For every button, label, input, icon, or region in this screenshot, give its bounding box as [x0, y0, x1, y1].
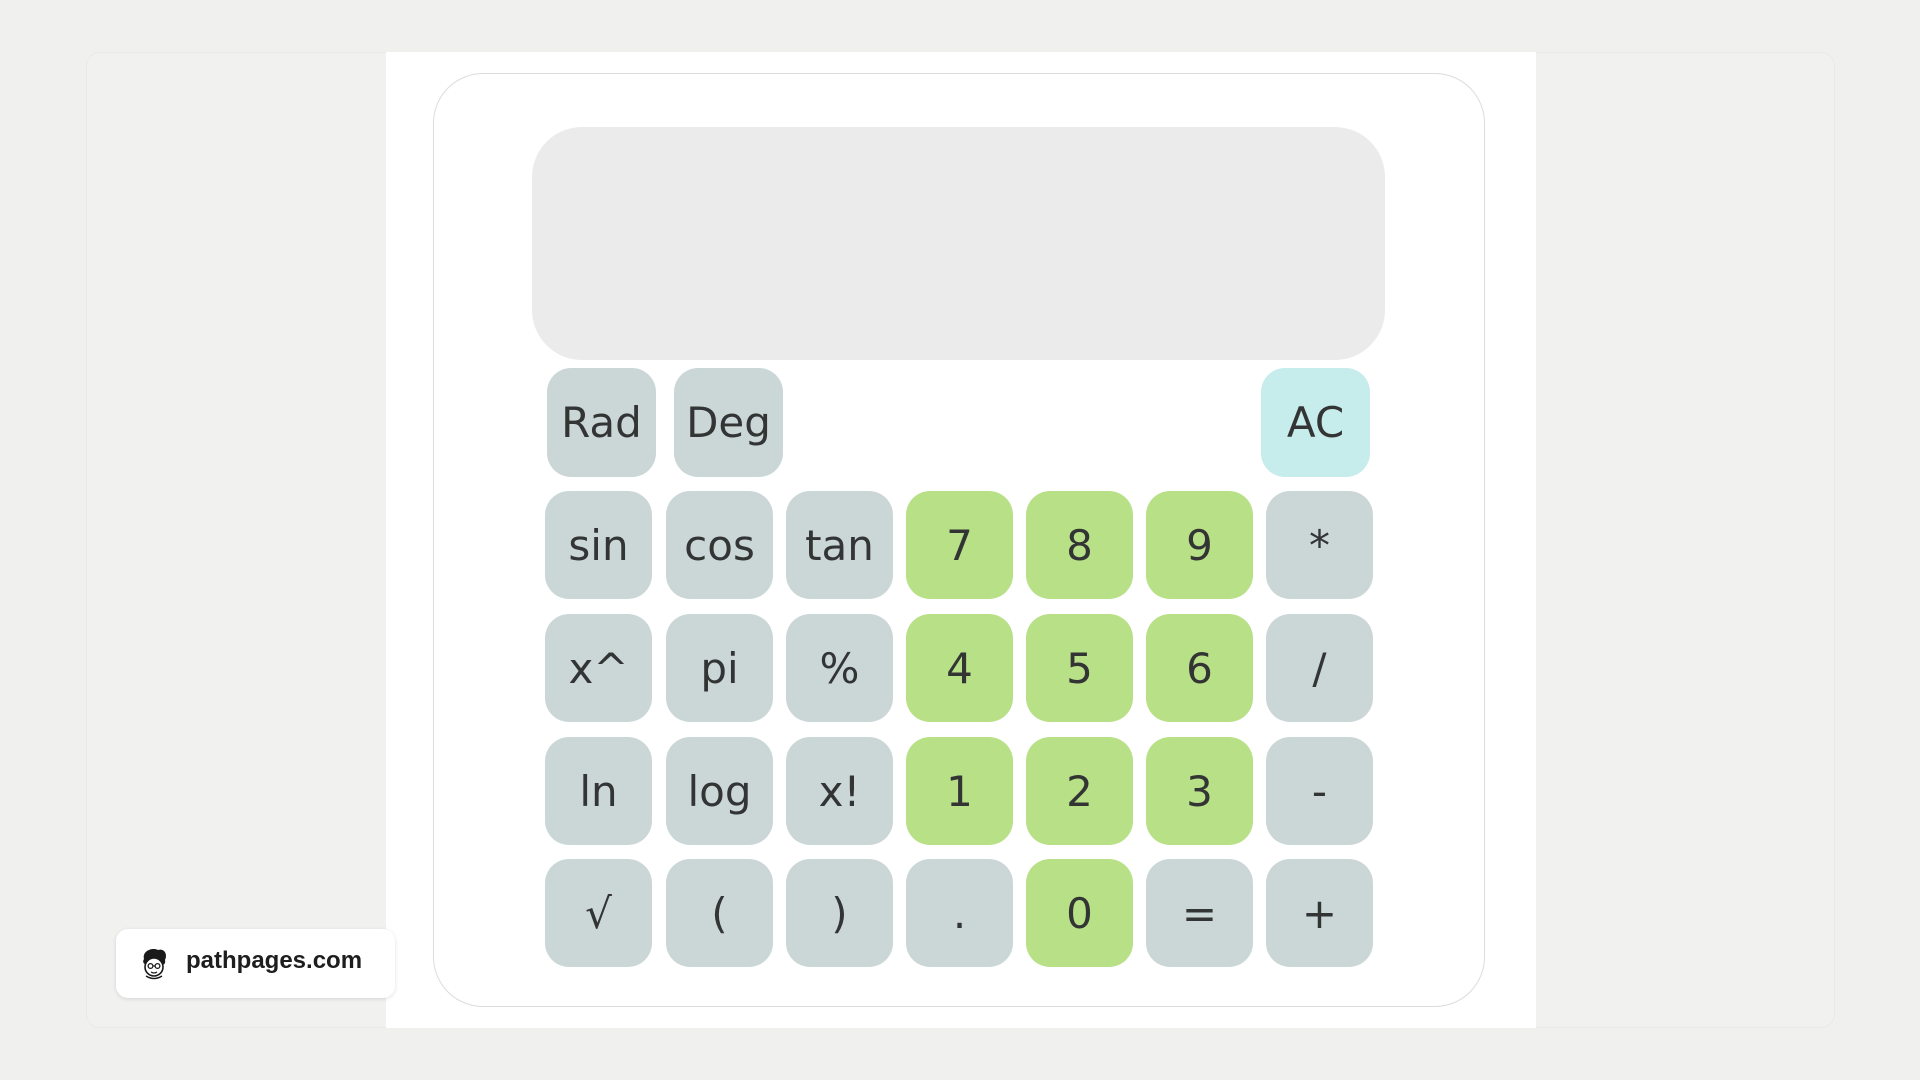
decimal-button[interactable]: . [906, 859, 1013, 967]
calculator-display [532, 127, 1385, 360]
equals-button[interactable]: = [1146, 859, 1253, 967]
digit-0-button[interactable]: 0 [1026, 859, 1133, 967]
badge-label[interactable]: pathpages.com [186, 947, 362, 975]
sin-button[interactable]: sin [545, 491, 652, 599]
close-paren-button[interactable]: ) [786, 859, 893, 967]
cos-button[interactable]: cos [666, 491, 773, 599]
digit-2-button[interactable]: 2 [1026, 737, 1133, 845]
log-button[interactable]: log [666, 737, 773, 845]
pi-button[interactable]: pi [666, 614, 773, 722]
divide-button[interactable]: / [1266, 614, 1373, 722]
digit-5-button[interactable]: 5 [1026, 614, 1133, 722]
percent-button[interactable]: % [786, 614, 893, 722]
factorial-button[interactable]: x! [786, 737, 893, 845]
digit-7-button[interactable]: 7 [906, 491, 1013, 599]
digit-6-button[interactable]: 6 [1146, 614, 1253, 722]
digit-4-button[interactable]: 4 [906, 614, 1013, 722]
sqrt-button[interactable]: √ [545, 859, 652, 967]
digit-8-button[interactable]: 8 [1026, 491, 1133, 599]
digit-3-button[interactable]: 3 [1146, 737, 1253, 845]
avatar-icon [143, 949, 167, 980]
site-badge[interactable]: pathpages.com [116, 929, 395, 998]
open-paren-button[interactable]: ( [666, 859, 773, 967]
rad-button[interactable]: Rad [547, 368, 656, 477]
ln-button[interactable]: ln [545, 737, 652, 845]
tan-button[interactable]: tan [786, 491, 893, 599]
add-button[interactable]: + [1266, 859, 1373, 967]
all-clear-button[interactable]: AC [1261, 368, 1370, 477]
digit-9-button[interactable]: 9 [1146, 491, 1253, 599]
subtract-button[interactable]: - [1266, 737, 1373, 845]
deg-button[interactable]: Deg [674, 368, 783, 477]
digit-1-button[interactable]: 1 [906, 737, 1013, 845]
multiply-button[interactable]: * [1266, 491, 1373, 599]
power-button[interactable]: x^ [545, 614, 652, 722]
